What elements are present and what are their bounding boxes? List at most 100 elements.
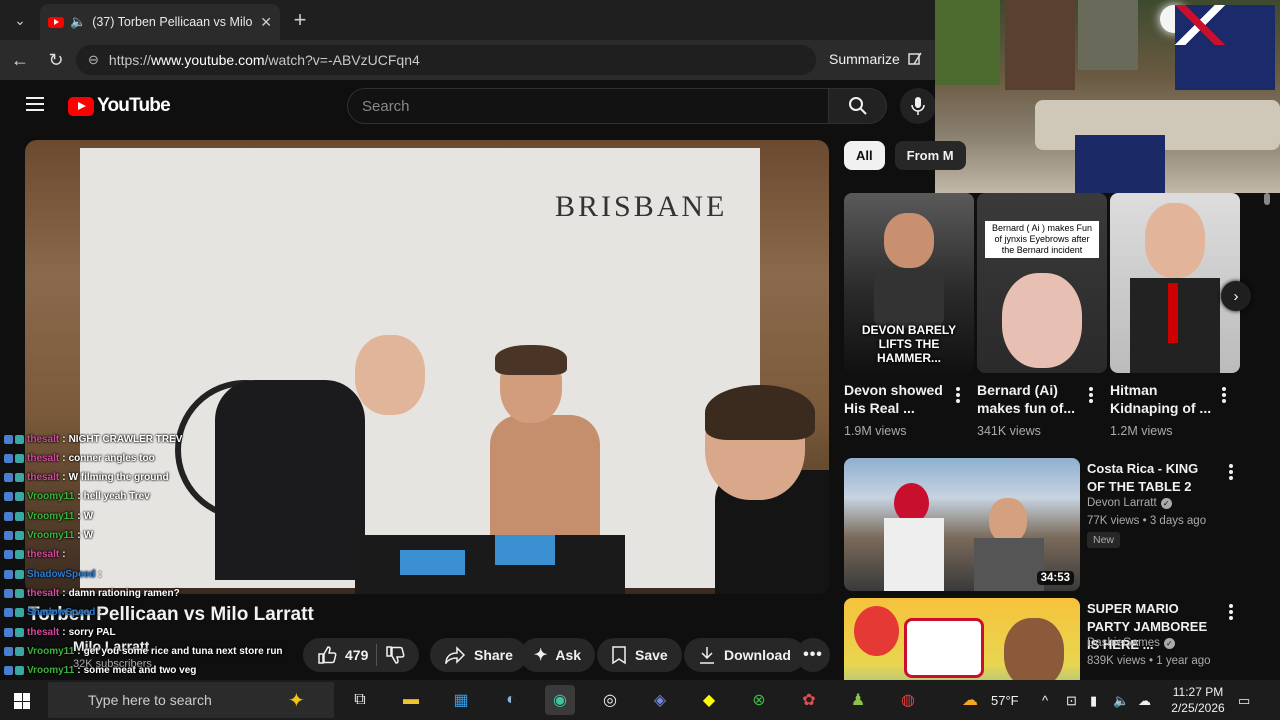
address-bar[interactable]: ⊖ https://www.youtube.com/watch?v=-ABVzU… bbox=[76, 45, 816, 75]
chat-username: Vroomy11 bbox=[27, 665, 75, 677]
short-item[interactable]: Bernard ( Ai ) makes Fun of jynxis Eyebr… bbox=[977, 193, 1107, 438]
chip-from-channel[interactable]: From M bbox=[894, 141, 966, 170]
summarize-button[interactable]: Summarize bbox=[829, 51, 924, 67]
chat-username: thesalt bbox=[27, 587, 60, 599]
more-vertical-icon[interactable] bbox=[1229, 464, 1233, 480]
recommended-video[interactable]: 34:53 Costa Rica - KING OF THE TABLE 2 D… bbox=[844, 458, 1244, 592]
new-badge: New bbox=[1087, 532, 1121, 548]
thumbs-down-icon[interactable] bbox=[385, 645, 405, 665]
app-icon[interactable]: ◍ bbox=[893, 685, 923, 715]
short-views: 341K views bbox=[977, 424, 1041, 438]
sparkle-search-icon: ✦ bbox=[288, 690, 305, 712]
volume-icon[interactable]: 🔈 bbox=[1113, 693, 1129, 709]
shelf-next-button[interactable]: › bbox=[1221, 281, 1251, 311]
download-icon bbox=[700, 647, 714, 664]
snapchat-icon[interactable]: ◆ bbox=[694, 685, 724, 715]
microsoft-store-icon[interactable]: ▦ bbox=[446, 685, 476, 715]
video-title-link[interactable]: Costa Rica - KING OF THE TABLE 2 bbox=[1087, 460, 1217, 496]
tab-list-dropdown[interactable]: ⌄ bbox=[8, 8, 32, 32]
back-button[interactable]: ← bbox=[8, 48, 32, 72]
windows-start-icon[interactable] bbox=[14, 693, 30, 709]
short-title[interactable]: Hitman Kidnaping of ... bbox=[1110, 381, 1222, 417]
chevron-up-icon[interactable]: ^ bbox=[1042, 693, 1048, 708]
site-info-icon[interactable]: ⊖ bbox=[88, 52, 99, 68]
chat-username: Vroomy11 bbox=[27, 510, 75, 522]
close-tab-icon[interactable]: ✕ bbox=[260, 14, 272, 31]
edge-browser-icon[interactable]: ◉ bbox=[545, 685, 575, 715]
chat-username: Vroomy11 bbox=[27, 530, 75, 541]
chat-message: thesalt: bbox=[4, 546, 69, 564]
steam-icon[interactable]: ◐ bbox=[496, 685, 526, 715]
channel-name: Devon Larratt bbox=[1087, 497, 1157, 509]
menu-icon[interactable] bbox=[26, 97, 44, 111]
task-view-icon[interactable]: ⧉ bbox=[345, 685, 375, 715]
reload-button[interactable]: ↻ bbox=[44, 48, 68, 72]
voice-search-button[interactable] bbox=[900, 88, 936, 124]
download-label: Download bbox=[724, 647, 791, 663]
taskbar-clock[interactable]: 11:27 PM 2/25/2026 bbox=[1163, 684, 1233, 716]
speaker-icon[interactable]: 🔈 bbox=[70, 14, 86, 30]
save-button[interactable]: Save bbox=[597, 638, 682, 672]
chat-username: ShadowSpeed bbox=[27, 607, 96, 619]
more-vertical-icon[interactable] bbox=[1089, 387, 1093, 403]
network-icon[interactable]: ☁ bbox=[1138, 693, 1151, 709]
discord-icon[interactable]: ◈ bbox=[645, 685, 675, 715]
new-tab-button[interactable]: + bbox=[288, 7, 312, 32]
short-thumbnail[interactable]: Bernard ( Ai ) makes Fun of jynxis Eyebr… bbox=[977, 193, 1107, 373]
referee-hair bbox=[705, 385, 815, 440]
short-thumbnail[interactable] bbox=[1110, 193, 1240, 373]
more-vertical-icon[interactable] bbox=[1222, 387, 1226, 403]
notifications-icon[interactable]: ▭ bbox=[1238, 693, 1250, 709]
video-thumbnail[interactable]: 34:53 bbox=[844, 458, 1080, 591]
chat-badges-icon bbox=[4, 453, 24, 463]
summarize-icon bbox=[908, 52, 922, 65]
share-button[interactable]: Share bbox=[430, 638, 527, 672]
weather-temp[interactable]: 57°F bbox=[991, 693, 1019, 708]
ask-button[interactable]: ✦ Ask bbox=[520, 638, 596, 672]
more-vertical-icon[interactable] bbox=[1229, 604, 1233, 620]
short-title[interactable]: Devon showed His Real ... bbox=[844, 381, 956, 417]
xbox-icon[interactable]: ⊗ bbox=[744, 685, 774, 715]
page-scrollbar[interactable] bbox=[1263, 193, 1271, 673]
chat-badges-icon bbox=[4, 569, 24, 579]
more-actions-button[interactable]: ••• bbox=[796, 638, 830, 672]
chip-all[interactable]: All bbox=[844, 141, 885, 170]
app-icon[interactable]: ♟ bbox=[843, 685, 873, 715]
elbow-pad bbox=[495, 535, 555, 565]
battery-icon[interactable]: ▮ bbox=[1090, 693, 1097, 709]
tray-app-icon[interactable]: ⊡ bbox=[1066, 693, 1077, 709]
chat-text: W bbox=[83, 530, 94, 541]
search-input[interactable]: Search bbox=[347, 88, 829, 124]
youtube-logo[interactable]: YouTube bbox=[68, 95, 171, 117]
like-count: 479 bbox=[345, 647, 369, 663]
chat-username: thesalt bbox=[27, 626, 60, 638]
chat-username: Vroomy11 bbox=[27, 491, 75, 503]
sparkle-icon: ✦ bbox=[534, 647, 548, 664]
short-item[interactable]: DEVON BARELY LIFTS THE HAMMER... Devon s… bbox=[844, 193, 974, 438]
obs-icon[interactable]: ◎ bbox=[595, 685, 625, 715]
download-button[interactable]: Download bbox=[684, 638, 805, 672]
weather-icon[interactable]: ☁ bbox=[955, 685, 985, 715]
browser-tab-active[interactable]: 🔈 (37) Torben Pellicaan vs Milo L ✕ bbox=[40, 4, 280, 40]
chat-username: thesalt bbox=[27, 452, 60, 464]
chat-badges-icon bbox=[4, 608, 24, 618]
more-vertical-icon[interactable] bbox=[956, 387, 960, 403]
chat-separator: : bbox=[62, 626, 66, 638]
video-channel[interactable]: DashieGames ✓ bbox=[1087, 637, 1175, 649]
short-thumbnail[interactable]: DEVON BARELY LIFTS THE HAMMER... bbox=[844, 193, 974, 373]
chat-separator: : bbox=[98, 568, 102, 580]
browser-toolbar: ← ↻ ⊖ https://www.youtube.com/watch?v=-A… bbox=[0, 40, 935, 80]
competitor-right-hair bbox=[495, 345, 567, 375]
short-item[interactable]: Hitman Kidnaping of ... 1.2M views bbox=[1110, 193, 1240, 438]
scrollbar-thumb[interactable] bbox=[1264, 193, 1270, 205]
taskbar-search-input[interactable]: Type here to search ✦ bbox=[48, 682, 334, 718]
video-channel[interactable]: Devon Larratt ✓ bbox=[1087, 497, 1172, 509]
share-label: Share bbox=[474, 647, 513, 663]
app-icon[interactable]: ✿ bbox=[794, 685, 824, 715]
share-icon bbox=[445, 646, 466, 664]
short-title[interactable]: Bernard (Ai) makes fun of... bbox=[977, 381, 1089, 417]
chat-text: W filming the ground bbox=[68, 472, 169, 484]
chat-separator: : bbox=[62, 452, 66, 464]
search-button[interactable] bbox=[829, 88, 887, 124]
file-explorer-icon[interactable]: ▬ bbox=[396, 685, 426, 715]
